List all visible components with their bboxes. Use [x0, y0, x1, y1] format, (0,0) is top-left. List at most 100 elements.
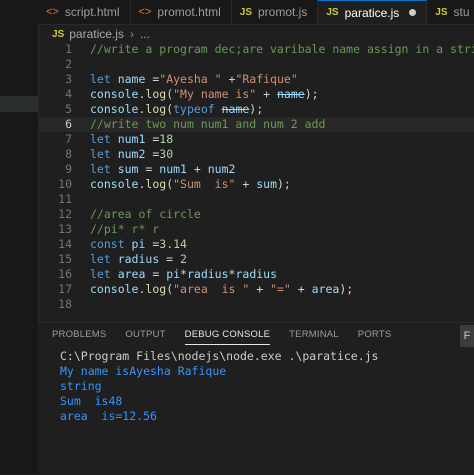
code-line[interactable]: 2: [38, 57, 474, 72]
code-line[interactable]: 5 console.log(typeof name);: [38, 102, 474, 117]
code-line[interactable]: 11: [38, 192, 474, 207]
code-line[interactable]: 14 const pi =3.14: [38, 237, 474, 252]
code-token: console: [90, 282, 139, 296]
code-text: let name ="Ayesha " +"Rafique": [90, 72, 298, 87]
code-token: sum: [256, 177, 277, 191]
console-output-line: string: [60, 379, 102, 393]
code-line[interactable]: 3 let name ="Ayesha " +"Rafique": [38, 72, 474, 87]
code-token: );: [339, 282, 354, 296]
tab-problems[interactable]: PROBLEMS: [52, 329, 106, 345]
line-number: 12: [58, 207, 72, 221]
code-token: console: [90, 177, 139, 191]
code-token: +: [249, 282, 271, 296]
code-token: let: [90, 72, 118, 86]
code-token: =: [138, 162, 160, 176]
editor-tabs: <> script.html <> promot.html JS promot.…: [38, 0, 474, 25]
js-icon: JS: [326, 7, 339, 18]
code-line[interactable]: 9 let sum = num1 + num2: [38, 162, 474, 177]
line-number: 9: [65, 162, 72, 176]
code-token: log: [145, 282, 167, 296]
code-token: "area is ": [173, 282, 250, 296]
code-token: radius: [186, 267, 229, 281]
code-token: let: [90, 162, 118, 176]
line-number: 1: [65, 42, 72, 56]
code-line[interactable]: 1 //write a program dec;are varibale name…: [38, 42, 474, 57]
breadcrumb-more[interactable]: ...: [140, 27, 150, 41]
code-token: =: [145, 267, 167, 281]
tab-ports[interactable]: PORTS: [358, 329, 392, 345]
code-text: //write a program dec;are varibale name …: [90, 42, 474, 57]
tab-debug-console[interactable]: DEBUG CONSOLE: [184, 329, 271, 345]
code-line[interactable]: 10 console.log("Sum is" + sum);: [38, 177, 474, 192]
code-text: let num1 =18: [90, 132, 173, 147]
code-token: );: [249, 102, 264, 116]
code-line[interactable]: 12 //area of circle: [38, 207, 474, 222]
tab-label: script.html: [64, 5, 120, 19]
code-token: "My name is": [173, 87, 257, 101]
breadcrumb: JS paratice.js › ...: [52, 27, 150, 41]
line-number: 11: [58, 192, 72, 206]
tab-terminal[interactable]: TERMINAL: [289, 329, 339, 345]
code-token: log: [145, 177, 167, 191]
code-line[interactable]: 7 let num1 =18: [38, 132, 474, 147]
activity-bar-highlight: [0, 96, 38, 112]
code-token: +: [186, 162, 208, 176]
code-text: //pi* r* r: [90, 222, 159, 237]
console-output-line: Sum is48: [60, 394, 123, 408]
code-text: //area of circle: [90, 207, 201, 222]
unsaved-dot-icon[interactable]: [409, 9, 417, 16]
line-number: 17: [58, 282, 72, 296]
code-token: name: [117, 72, 146, 86]
line-number: 6: [65, 117, 72, 131]
code-line[interactable]: 6 //write two num num1 and num 2 add: [38, 117, 474, 132]
code-line[interactable]: 8 let num2 =30: [38, 147, 474, 162]
tab-stu[interactable]: JS stu: [427, 0, 474, 24]
code-token: area: [117, 267, 146, 281]
code-line[interactable]: 15 let radius = 2: [38, 252, 474, 267]
code-token: =: [159, 252, 181, 266]
line-number: 18: [58, 297, 72, 311]
code-line[interactable]: 13 //pi* r* r: [38, 222, 474, 237]
js-icon: JS: [435, 6, 448, 18]
code-line[interactable]: 18: [38, 297, 474, 312]
code-token: radius: [117, 252, 160, 266]
code-text: const pi =3.14: [90, 237, 187, 252]
code-token: 3.14: [159, 237, 187, 251]
code-token: //write two num num1 and num 2 add: [90, 117, 326, 131]
code-editor[interactable]: 1 //write a program dec;are varibale name…: [38, 42, 474, 320]
console-command: C:\Program Files\nodejs\node.exe .\parat…: [60, 349, 379, 363]
code-token: //pi* r* r: [90, 222, 160, 236]
tab-label: paratice.js: [344, 5, 400, 20]
code-text: console.log("area is " + "=" + area);: [90, 282, 353, 297]
code-line[interactable]: 16 let area = pi*radius*radius: [38, 267, 474, 282]
code-line[interactable]: 4 console.log("My name is" + name);: [38, 87, 474, 102]
line-number: 14: [58, 237, 72, 251]
code-text: console.log(typeof name);: [90, 102, 263, 117]
tab-label: promot.html: [157, 5, 221, 19]
breadcrumb-file[interactable]: paratice.js: [69, 27, 124, 41]
code-token: "Rafique": [235, 72, 298, 86]
code-text: let num2 =30: [90, 147, 173, 162]
tab-paratice-js[interactable]: JS paratice.js: [318, 0, 428, 24]
code-token: pi: [166, 267, 181, 281]
chevron-right-icon: ›: [129, 27, 134, 41]
code-token: num2: [207, 162, 236, 176]
console-output-line: area is=12.56: [60, 409, 157, 423]
html-icon: <>: [138, 6, 152, 18]
line-number: 4: [65, 87, 72, 101]
line-number: 3: [65, 72, 72, 86]
code-text: let area = pi*radius*radius: [90, 267, 277, 282]
code-token: "=": [270, 282, 291, 296]
code-token: //area of circle: [90, 207, 201, 221]
code-line[interactable]: 17 console.log("area is " + "=" + area);: [38, 282, 474, 297]
tab-script-html[interactable]: <> script.html: [38, 0, 131, 24]
tab-label: promot.js: [258, 5, 308, 19]
line-number: 2: [65, 57, 72, 71]
tab-promot-html[interactable]: <> promot.html: [131, 0, 232, 24]
code-token: 30: [159, 147, 174, 161]
js-icon: JS: [239, 6, 252, 18]
filter-button[interactable]: F: [460, 325, 474, 347]
code-token: =: [145, 72, 160, 86]
tab-promot-js[interactable]: JS promot.js: [232, 0, 319, 24]
tab-output[interactable]: OUTPUT: [125, 329, 165, 345]
